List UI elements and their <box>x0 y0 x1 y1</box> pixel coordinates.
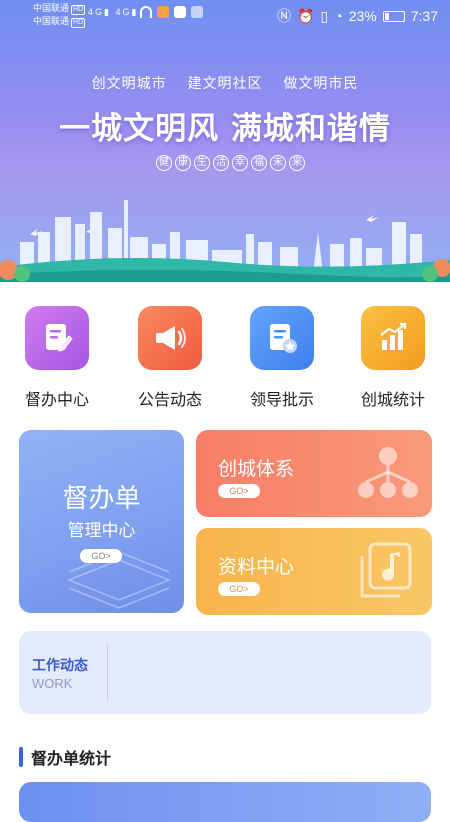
carrier-name: 中国联通 <box>33 3 70 13</box>
nav-label: 督办中心 <box>24 392 89 409</box>
carrier-name: 中国联通 <box>33 16 70 26</box>
banner-main-slogan: 一城文明风 满城和谐情 <box>59 111 391 147</box>
network-type: 4G <box>115 7 132 17</box>
nav-label: 公告动态 <box>137 392 202 409</box>
divider <box>107 644 108 701</box>
section-header: 督办单统计 <box>19 746 111 768</box>
banner-slogan: 创文明城市 <box>91 75 167 91</box>
card-title: 创城体系 <box>218 459 295 480</box>
banner-top-slogans: 创文明城市 建文明社区 做文明市民 <box>0 73 450 93</box>
hd-badge: HD <box>71 18 86 28</box>
section-accent-bar <box>19 747 23 767</box>
instruction-doc-icon <box>250 306 314 370</box>
megaphone-icon <box>138 306 202 370</box>
card-subtitle: 管理中心 <box>67 521 136 540</box>
nav-city-stats[interactable]: 创城统计 <box>343 296 443 410</box>
work-title: 工作动态 <box>32 657 88 673</box>
go-button[interactable]: GO> <box>80 549 122 563</box>
banner-slogan: 做文明市民 <box>283 75 359 91</box>
city-system-card[interactable]: 创城体系 GO> <box>196 430 432 517</box>
wifi-icon <box>140 6 152 18</box>
hd-badge: HD <box>71 5 86 15</box>
nav-label: 创城统计 <box>360 392 425 409</box>
carrier-info: 中国联通 HD 中国联通 HD <box>33 2 86 28</box>
app-notification-icon <box>191 6 203 18</box>
go-button[interactable]: GO> <box>218 582 260 596</box>
go-button[interactable]: GO> <box>218 484 260 498</box>
banner[interactable]: 创文明城市 建文明社区 做文明市民 一城文明风 满城和谐情 健 康 生 活 幸 … <box>0 0 450 282</box>
status-bar: 中国联通 HD 中国联通 HD 4G▮ 4G▮ Ⓝ ⏰ ▯ ◔ 23% 7:37 <box>0 0 450 30</box>
section-title: 督办单统计 <box>31 751 112 768</box>
quick-nav: 督办中心 公告动态 领导批示 创城统计 <box>0 296 450 416</box>
work-subtitle: WORK <box>32 676 73 691</box>
nfc-icon: Ⓝ <box>277 8 292 24</box>
signal-icon: 4G▮ 4G▮ <box>88 7 139 17</box>
alarm-icon: ⏰ <box>297 7 315 24</box>
city-skyline-illustration <box>0 200 450 282</box>
nav-label: 领导批示 <box>249 392 314 409</box>
battery-level-fill <box>384 12 389 20</box>
hierarchy-icon <box>358 447 418 498</box>
network-type: 4G <box>88 7 105 17</box>
nav-leader-instructions[interactable]: 领导批示 <box>232 296 332 410</box>
supervise-management-card[interactable]: 督办单 管理中心 GO> <box>19 430 184 613</box>
speed-icon: ◔ <box>334 8 343 24</box>
stats-chart-icon <box>361 306 425 370</box>
nav-announcements[interactable]: 公告动态 <box>120 296 220 410</box>
stats-card[interactable] <box>19 782 431 822</box>
battery-icon <box>382 10 405 22</box>
clock: 7:37 <box>410 8 438 24</box>
banner-slogan: 建文明社区 <box>187 75 263 91</box>
card-title: 资料中心 <box>218 557 295 578</box>
vibrate-icon: ▯ <box>320 7 329 24</box>
work-dynamics-panel[interactable]: 工作动态 WORK <box>19 631 431 714</box>
notification-icons <box>140 6 203 18</box>
data-center-card[interactable]: 资料中心 GO> <box>196 528 432 615</box>
music-file-icon <box>360 542 412 598</box>
nav-supervise-center[interactable]: 督办中心 <box>7 296 107 410</box>
supervise-doc-icon <box>25 306 89 370</box>
status-right-group: Ⓝ ⏰ ▯ ◔ 23% 7:37 <box>277 6 438 26</box>
battery-percent: 23% <box>348 8 377 24</box>
app-notification-icon <box>174 6 186 18</box>
card-title: 督办单 <box>62 483 141 513</box>
app-notification-icon <box>157 6 169 18</box>
